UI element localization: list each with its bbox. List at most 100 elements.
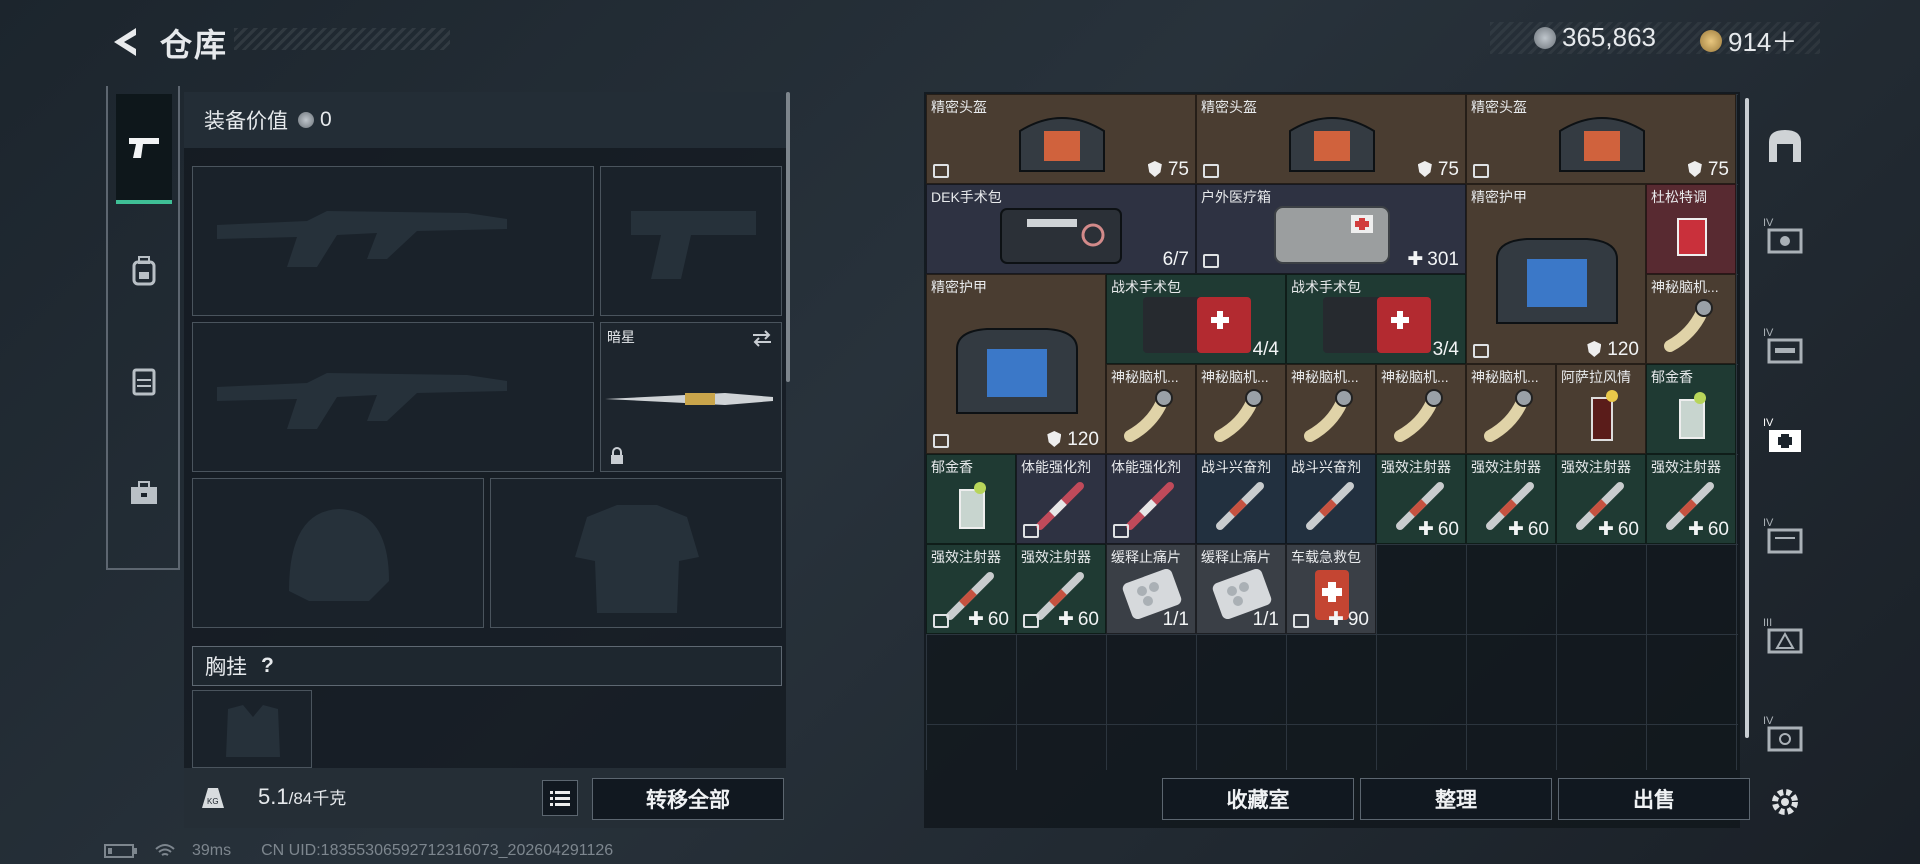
inventory-item[interactable]: 强效注射器 ✚ 60 — [1016, 544, 1106, 634]
swap-icon[interactable] — [751, 329, 773, 347]
item-name: 杜松特调 — [1651, 189, 1707, 205]
item-value-text: 60 — [1077, 609, 1099, 630]
item-value-text: 120 — [1067, 429, 1099, 450]
weight-current: 5.1 — [258, 784, 289, 809]
lock-icon — [611, 447, 623, 464]
inventory-item[interactable]: 战斗兴奋剂 — [1286, 454, 1376, 544]
inventory-item[interactable]: 精密头盔 75 — [926, 94, 1196, 184]
inventory-item[interactable]: 神秘脑机... — [1376, 364, 1466, 454]
transfer-all-button[interactable]: 转移全部 — [592, 778, 784, 820]
chest-rig-slot[interactable] — [192, 690, 312, 768]
plus-icon: ✚ — [1057, 609, 1074, 630]
plus-icon: ✚ — [1407, 249, 1424, 270]
inventory-item[interactable]: 精密头盔 75 — [1466, 94, 1736, 184]
inventory-item[interactable]: 强效注射器 ✚ 60 — [1556, 454, 1646, 544]
inventory-item[interactable]: 缓释止痛片 1/1 — [1106, 544, 1196, 634]
item-value: ✚ 60 — [1688, 518, 1729, 541]
inventory-item[interactable]: 杜松特调 — [1646, 184, 1736, 274]
armor-silhouette-icon — [575, 505, 699, 613]
item-image-icon — [1122, 474, 1182, 539]
item-value-text: 1/1 — [1162, 609, 1189, 630]
organize-button[interactable]: 整理 — [1360, 778, 1552, 820]
inventory-item[interactable]: 体能强化剂 — [1016, 454, 1106, 544]
item-name: 郁金香 — [1651, 369, 1693, 385]
ping-value: 39ms — [192, 842, 232, 859]
tab-vest[interactable] — [116, 326, 172, 436]
inventory-item[interactable]: 神秘脑机... — [1466, 364, 1556, 454]
title-decoration — [234, 28, 450, 50]
tab-storage-3[interactable]: IV — [1752, 308, 1818, 384]
settings-button[interactable] — [1752, 764, 1818, 840]
tab-storage-6[interactable]: III — [1752, 598, 1818, 674]
silver-coin-icon — [1534, 26, 1556, 49]
plus-icon: ✚ — [1327, 609, 1344, 630]
currency-gold[interactable]: 914＋ — [1700, 22, 1797, 59]
tab-case[interactable] — [116, 438, 172, 548]
tab-weapons[interactable] — [116, 94, 172, 204]
item-image-icon — [1137, 289, 1257, 363]
inventory-item[interactable]: 神秘脑机... — [1286, 364, 1376, 454]
inventory-item[interactable]: 阿萨拉风情 — [1556, 364, 1646, 454]
melee-slot[interactable]: 暗星 — [600, 322, 782, 472]
item-image-icon — [1392, 384, 1452, 449]
item-image-icon — [1317, 289, 1437, 363]
collection-room-button[interactable]: 收藏室 — [1162, 778, 1354, 820]
helmet-slot[interactable] — [192, 478, 484, 628]
inventory-item[interactable]: 神秘脑机... — [1196, 364, 1286, 454]
inventory-item[interactable]: 精密护甲 120 — [1466, 184, 1646, 364]
item-value: 4/4 — [1253, 339, 1279, 361]
item-value-text: 75 — [1437, 159, 1459, 180]
item-name: DEK手术包 — [931, 189, 1002, 205]
inventory-item[interactable]: 强效注射器 ✚ 60 — [926, 544, 1016, 634]
sell-button[interactable]: 出售 — [1558, 778, 1750, 820]
storage-arch-icon — [1769, 130, 1801, 162]
inventory-item[interactable]: 神秘脑机... — [1646, 274, 1736, 364]
item-name: 神秘脑机... — [1471, 369, 1539, 385]
inventory-item[interactable]: 郁金香 — [926, 454, 1016, 544]
inventory-item[interactable]: 郁金香 — [1646, 364, 1736, 454]
inventory-item[interactable]: 强效注射器 ✚ 60 — [1646, 454, 1736, 544]
item-value-text: 60 — [1707, 519, 1729, 540]
primary-weapon-slot-2[interactable] — [192, 322, 594, 472]
help-icon[interactable]: ? — [261, 654, 274, 678]
item-image-icon — [952, 474, 992, 539]
warehouse-scrollbar[interactable] — [1745, 98, 1749, 738]
inventory-item[interactable]: 强效注射器 ✚ 60 — [1376, 454, 1466, 544]
pistol-slot[interactable] — [600, 166, 782, 316]
inventory-item[interactable]: 精密护甲 120 — [926, 274, 1106, 454]
tab-storage-2[interactable]: IV — [1752, 198, 1818, 274]
inventory-item[interactable]: 缓释止痛片 1/1 — [1196, 544, 1286, 634]
item-value-text: 120 — [1607, 339, 1639, 360]
item-value: 120 — [1047, 429, 1099, 451]
item-name: 强效注射器 — [1471, 459, 1541, 475]
svg-text:IV: IV — [1763, 517, 1774, 529]
tab-storage-7[interactable]: IV — [1752, 696, 1818, 772]
item-image-icon — [947, 309, 1087, 434]
inventory-item[interactable]: DEK手术包 6/7 — [926, 184, 1196, 274]
armor-slot[interactable] — [490, 478, 782, 628]
inventory-item[interactable]: 神秘脑机... — [1106, 364, 1196, 454]
inventory-item[interactable]: 车载急救包 ✚ 90 — [1286, 544, 1376, 634]
item-name: 体能强化剂 — [1021, 459, 1091, 475]
inventory-item[interactable]: 战斗兴奋剂 — [1196, 454, 1286, 544]
tab-backpack[interactable] — [116, 216, 172, 326]
inventory-item[interactable]: 体能强化剂 — [1106, 454, 1196, 544]
item-name: 神秘脑机... — [1381, 369, 1449, 385]
tab-storage-5[interactable]: IV — [1752, 498, 1818, 574]
inventory-item[interactable]: 精密头盔 75 — [1196, 94, 1466, 184]
inventory-item[interactable]: 战术手术包 3/4 — [1286, 274, 1466, 364]
tier-iv-folder-icon: IV — [1763, 517, 1803, 554]
list-view-button[interactable] — [542, 780, 578, 816]
tab-storage-medical[interactable]: IV — [1752, 398, 1818, 474]
back-arrow-icon[interactable] — [106, 22, 146, 62]
tab-storage-main[interactable] — [1752, 108, 1818, 184]
left-scrollbar[interactable] — [786, 92, 790, 382]
inventory-item[interactable]: 强效注射器 ✚ 60 — [1466, 454, 1556, 544]
status-bar: 39ms CN UID:18355306592712316073_2026042… — [104, 842, 613, 860]
warehouse-grid: 精密头盔 75 精密头盔 75 精密头盔 75 DEK手术包 6/7 户外医疗箱 ✚ 301 精密护甲… — [926, 94, 1738, 770]
no-insure-icon — [1473, 344, 1489, 358]
item-name: 车载急救包 — [1291, 549, 1361, 565]
primary-weapon-slot-1[interactable] — [192, 166, 594, 316]
inventory-item[interactable]: 户外医疗箱 ✚ 301 — [1196, 184, 1466, 274]
inventory-item[interactable]: 战术手术包 4/4 — [1106, 274, 1286, 364]
